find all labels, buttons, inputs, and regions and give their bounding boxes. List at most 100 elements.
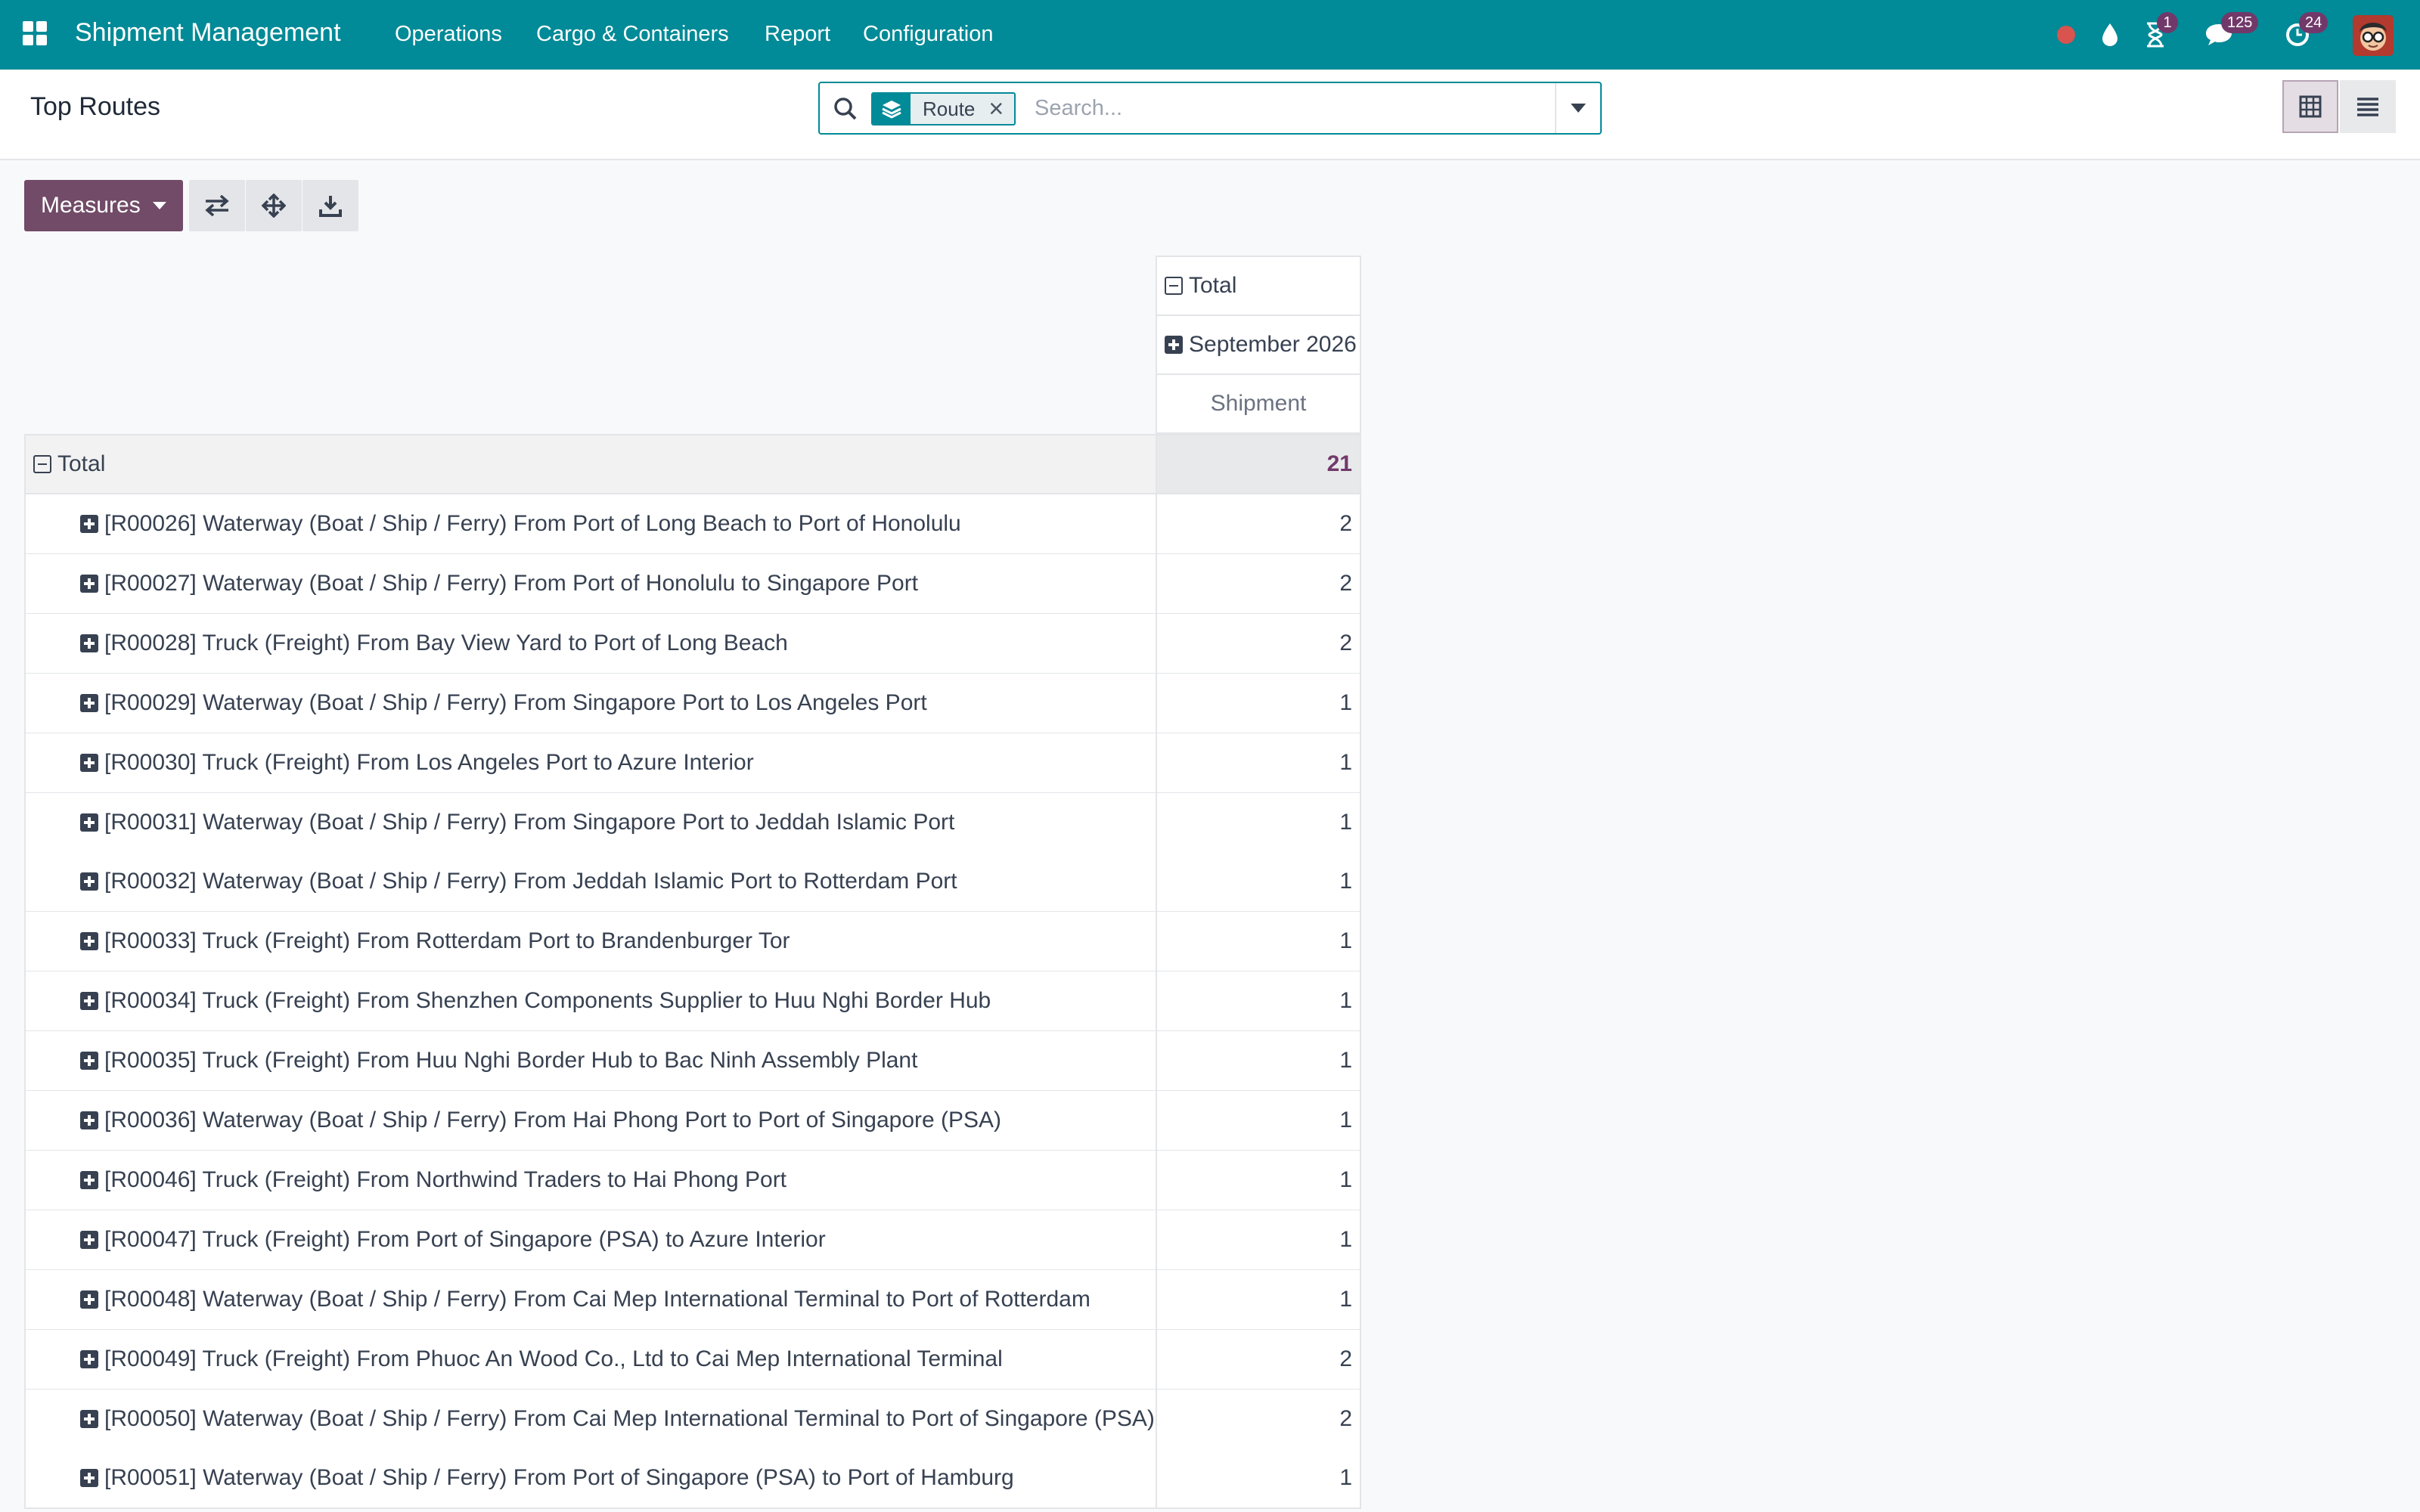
row-header-label: [R00051] Waterway (Boat / Ship / Ferry) … — [104, 1465, 1014, 1490]
caret-down-icon — [1571, 104, 1586, 113]
row-header[interactable]: [R00034] Truck (Freight) From Shenzhen C… — [24, 971, 1157, 1032]
value-cell[interactable]: 1 — [1157, 733, 1361, 794]
facet-label: Route — [923, 97, 976, 120]
arrows-expand-icon — [262, 194, 286, 218]
row-header[interactable]: [R00046] Truck (Freight) From Northwind … — [24, 1151, 1157, 1211]
total-cell[interactable]: 21 — [1157, 434, 1361, 494]
expand-icon — [1165, 336, 1183, 354]
table-row: [R00033] Truck (Freight) From Rotterdam … — [24, 912, 1361, 972]
row-header[interactable]: [R00036] Waterway (Boat / Ship / Ferry) … — [24, 1091, 1157, 1151]
value-cell[interactable]: 1 — [1157, 1091, 1361, 1151]
expand-icon — [80, 1410, 98, 1428]
value-cell[interactable]: 2 — [1157, 554, 1361, 615]
table-row: [R00046] Truck (Freight) From Northwind … — [24, 1151, 1361, 1211]
menu-operations[interactable]: Operations — [395, 22, 502, 47]
measures-dropdown-button[interactable]: Measures — [24, 180, 183, 231]
value-cell[interactable]: 1 — [1157, 852, 1361, 912]
row-header-label: [R00029] Waterway (Boat / Ship / Ferry) … — [104, 690, 927, 715]
expand-icon — [80, 872, 98, 891]
list-view-button[interactable] — [2340, 80, 2396, 133]
expand-icon — [80, 1052, 98, 1070]
col-header-total-label: Total — [1189, 273, 1237, 298]
value-cell[interactable]: 1 — [1157, 912, 1361, 972]
top-navbar: Shipment Management Operations Cargo & C… — [0, 0, 2420, 70]
col-header-month[interactable]: September 2026 — [1156, 314, 1361, 375]
search-input[interactable] — [1035, 91, 1579, 125]
value-cell[interactable]: 2 — [1157, 614, 1361, 674]
messages-badge: 125 — [2221, 12, 2259, 33]
col-header-total[interactable]: Total — [1156, 256, 1361, 316]
droplet-icon[interactable] — [2093, 18, 2127, 51]
row-header-total[interactable]: Total — [24, 434, 1157, 494]
row-header[interactable]: [R00035] Truck (Freight) From Huu Nghi B… — [24, 1031, 1157, 1092]
list-icon — [2357, 98, 2378, 116]
value-cell[interactable]: 1 — [1157, 971, 1361, 1032]
row-header[interactable]: [R00051] Waterway (Boat / Ship / Ferry) … — [24, 1448, 1157, 1509]
expand-icon — [80, 1171, 98, 1189]
expand-icon — [80, 813, 98, 832]
layers-icon — [873, 94, 911, 124]
search-bar[interactable]: Route × — [818, 82, 1602, 135]
expand-icon — [80, 1111, 98, 1129]
value-cell[interactable]: 1 — [1157, 1270, 1361, 1331]
row-header[interactable]: [R00032] Waterway (Boat / Ship / Ferry) … — [24, 852, 1157, 912]
table-row: [R00029] Waterway (Boat / Ship / Ferry) … — [24, 674, 1361, 734]
table-row: [R00028] Truck (Freight) From Bay View Y… — [24, 614, 1361, 674]
row-header[interactable]: [R00047] Truck (Freight) From Port of Si… — [24, 1210, 1157, 1271]
table-row: [R00026] Waterway (Boat / Ship / Ferry) … — [24, 494, 1361, 555]
facet-close-icon[interactable]: × — [988, 96, 1004, 122]
expand-icon — [80, 1231, 98, 1249]
page-title: Top Routes — [30, 92, 160, 121]
search-facet-route[interactable]: Route × — [871, 92, 1016, 125]
menu-cargo-containers[interactable]: Cargo & Containers — [536, 22, 729, 47]
user-avatar[interactable] — [2353, 15, 2394, 56]
row-header-total-label: Total — [57, 451, 106, 476]
app-brand[interactable]: Shipment Management — [75, 18, 341, 48]
row-header[interactable]: [R00027] Waterway (Boat / Ship / Ferry) … — [24, 554, 1157, 615]
download-xlsx-button[interactable] — [302, 180, 358, 231]
row-header-label: [R00031] Waterway (Boat / Ship / Ferry) … — [104, 810, 955, 835]
row-header[interactable]: [R00031] Waterway (Boat / Ship / Ferry) … — [24, 793, 1157, 854]
menu-report[interactable]: Report — [765, 22, 830, 47]
value-cell[interactable]: 2 — [1157, 1330, 1361, 1390]
table-row: [R00030] Truck (Freight) From Los Angele… — [24, 733, 1361, 794]
table-row: [R00047] Truck (Freight) From Port of Si… — [24, 1210, 1361, 1271]
expand-all-button[interactable] — [246, 180, 302, 231]
value-cell[interactable]: 1 — [1157, 674, 1361, 734]
app-grid-icon[interactable] — [23, 21, 48, 47]
expand-icon — [80, 932, 98, 950]
row-header[interactable]: [R00049] Truck (Freight) From Phuoc An W… — [24, 1330, 1157, 1390]
pivot-table-icon — [2299, 95, 2322, 118]
value-cell[interactable]: 1 — [1157, 1210, 1361, 1271]
value-cell[interactable]: 1 — [1157, 1151, 1361, 1211]
measure-header[interactable]: Shipment — [1156, 373, 1361, 434]
row-header-label: [R00028] Truck (Freight) From Bay View Y… — [104, 631, 788, 655]
value-cell[interactable]: 1 — [1157, 1448, 1361, 1509]
table-row: [R00049] Truck (Freight) From Phuoc An W… — [24, 1330, 1361, 1390]
row-header-label: [R00046] Truck (Freight) From Northwind … — [104, 1167, 787, 1192]
row-header[interactable]: [R00026] Waterway (Boat / Ship / Ferry) … — [24, 494, 1157, 555]
value-cell[interactable]: 2 — [1157, 1390, 1361, 1450]
row-header[interactable]: [R00033] Truck (Freight) From Rotterdam … — [24, 912, 1157, 972]
row-header-label: [R00032] Waterway (Boat / Ship / Ferry) … — [104, 869, 957, 894]
expand-icon — [80, 694, 98, 712]
row-header[interactable]: [R00050] Waterway (Boat / Ship / Ferry) … — [24, 1390, 1157, 1450]
value-cell[interactable]: 1 — [1157, 793, 1361, 854]
row-header[interactable]: [R00048] Waterway (Boat / Ship / Ferry) … — [24, 1270, 1157, 1331]
pivot-view-button[interactable] — [2282, 80, 2338, 133]
menu-configuration[interactable]: Configuration — [863, 22, 994, 47]
row-header[interactable]: [R00028] Truck (Freight) From Bay View Y… — [24, 614, 1157, 674]
expand-icon — [80, 575, 98, 593]
expand-icon — [80, 1469, 98, 1487]
recording-dot-icon[interactable] — [2049, 18, 2083, 51]
row-header[interactable]: [R00029] Waterway (Boat / Ship / Ferry) … — [24, 674, 1157, 734]
row-header-label: [R00036] Waterway (Boat / Ship / Ferry) … — [104, 1108, 1002, 1132]
search-icon[interactable] — [832, 95, 859, 122]
row-header[interactable]: [R00030] Truck (Freight) From Los Angele… — [24, 733, 1157, 794]
row-header-label: [R00027] Waterway (Boat / Ship / Ferry) … — [104, 571, 919, 596]
flip-axis-button[interactable] — [189, 180, 245, 231]
expand-icon — [80, 754, 98, 772]
value-cell[interactable]: 2 — [1157, 494, 1361, 555]
search-dropdown-toggle[interactable] — [1555, 83, 1600, 133]
value-cell[interactable]: 1 — [1157, 1031, 1361, 1092]
